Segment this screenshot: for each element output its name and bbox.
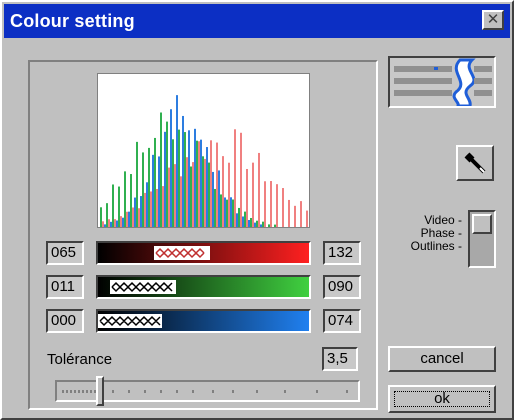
blue-min-field[interactable]: 000	[46, 309, 84, 333]
red-max-field[interactable]: 132	[323, 241, 361, 265]
colour-histogram	[97, 73, 310, 228]
blue-range-bar[interactable]	[96, 309, 311, 333]
title-bar[interactable]: Colour setting ✕	[4, 4, 510, 38]
blue-max-field[interactable]: 074	[323, 309, 361, 333]
tolerance-value-field[interactable]: 3,5	[322, 347, 358, 371]
cancel-button[interactable]: cancel	[388, 346, 496, 372]
window-title: Colour setting	[10, 10, 135, 31]
mode-selector-thumb[interactable]	[472, 214, 492, 234]
mode-outlines-label: Outlines -	[410, 239, 462, 253]
eyedropper-icon	[464, 152, 486, 174]
edge-preview-icon	[388, 56, 496, 108]
red-min-field[interactable]: 065	[46, 241, 84, 265]
ok-button[interactable]: ok	[388, 385, 496, 413]
tolerance-label: Tolérance	[47, 351, 113, 368]
green-min-field[interactable]: 011	[46, 275, 84, 299]
eyedropper-button[interactable]	[456, 145, 494, 181]
tolerance-slider-thumb[interactable]	[96, 376, 104, 406]
close-icon[interactable]: ✕	[482, 10, 504, 30]
mode-labels: Video - Phase - Outlines -	[390, 214, 462, 253]
mode-selector-slider[interactable]	[468, 210, 496, 268]
green-max-field[interactable]: 090	[323, 275, 361, 299]
green-range-bar[interactable]	[96, 275, 311, 299]
red-range-bar[interactable]	[96, 241, 311, 265]
